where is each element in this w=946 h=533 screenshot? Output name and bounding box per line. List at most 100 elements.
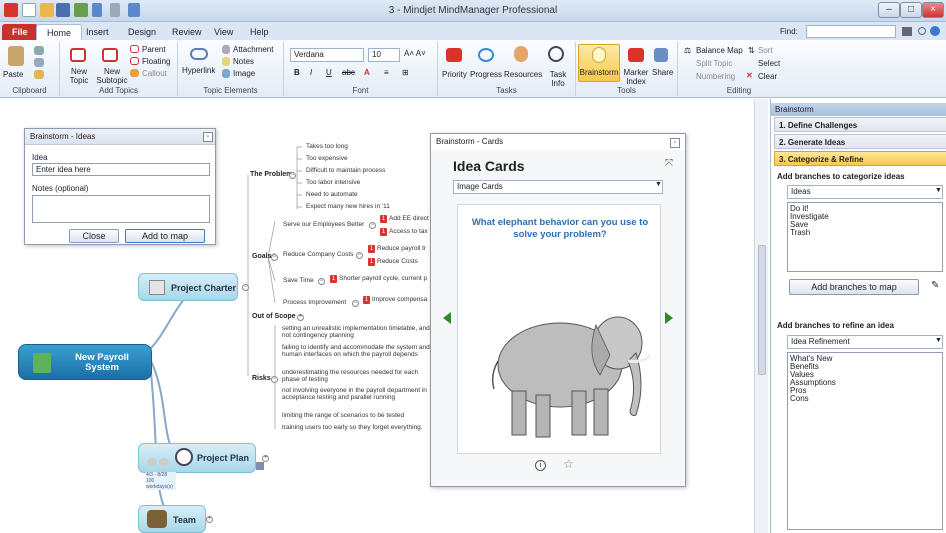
problem-item[interactable]: Too expensive	[306, 155, 348, 162]
align-icon[interactable]: ≡	[384, 68, 389, 77]
copy-icon[interactable]	[34, 58, 44, 67]
task-info-icon[interactable]	[548, 46, 564, 62]
paste-icon[interactable]	[8, 46, 24, 66]
collapse-goals-icon[interactable]: −	[271, 254, 278, 261]
tab-help[interactable]: Help	[240, 24, 279, 40]
risk-item[interactable]: setting an unrealistic implementation ti…	[282, 325, 432, 339]
risk-item[interactable]: failing to identify and accommodate the …	[282, 344, 432, 358]
list-item[interactable]: Assumptions	[790, 379, 940, 387]
idea-input[interactable]: Enter idea here	[32, 163, 210, 176]
new-topic-button[interactable]: New Topic	[64, 67, 94, 85]
problem-item[interactable]: Difficult to maintain process	[306, 167, 385, 174]
close-window-button[interactable]: ×	[922, 2, 944, 18]
goal-subitem[interactable]: 1 Add EE direct	[380, 215, 429, 223]
categorize-dropdown-icon[interactable]: ▼	[935, 187, 942, 194]
options-icon[interactable]	[918, 27, 926, 35]
ideas-dialog-pin-icon[interactable]: ▫	[203, 132, 213, 142]
progress-button[interactable]: Progress	[470, 70, 502, 79]
attachment-button[interactable]: Attachment	[233, 45, 273, 54]
info-icon[interactable]: i	[535, 460, 546, 471]
underline-icon[interactable]: U	[326, 68, 332, 77]
step-generate-ideas[interactable]: 2. Generate Ideas	[774, 134, 946, 149]
floating-button[interactable]: Floating	[142, 57, 170, 66]
ideas-close-button[interactable]: Close	[69, 229, 119, 243]
minimize-button[interactable]: –	[878, 2, 900, 18]
priority-icon[interactable]	[446, 48, 462, 62]
balance-map-button[interactable]: Balance Map	[696, 46, 743, 55]
next-card-icon[interactable]	[665, 312, 673, 324]
binoculars-icon[interactable]	[902, 27, 912, 36]
new-subtopic-button[interactable]: New Subtopic	[96, 67, 128, 85]
collapse-goal-icon[interactable]: −	[352, 300, 359, 307]
list-item[interactable]: Trash	[790, 229, 940, 237]
resources-icon[interactable]	[514, 46, 528, 62]
font-name-select[interactable]: Verdana	[290, 48, 364, 62]
numbering-button[interactable]: Numbering	[696, 72, 735, 81]
expand-icon[interactable]: ⤧	[665, 158, 673, 169]
cards-dialog-pin-icon[interactable]: ▫	[670, 138, 680, 148]
goal-item[interactable]: Save Time	[283, 277, 314, 284]
step-define-challenges[interactable]: 1. Define Challenges	[774, 117, 946, 132]
goal-subitem[interactable]: 1 Reduce Costs	[368, 258, 418, 266]
list-item[interactable]: Cons	[790, 395, 940, 403]
goal-item[interactable]: Process Improvement	[283, 299, 346, 306]
topic-the-problem[interactable]: The Problem	[250, 171, 292, 178]
find-input[interactable]	[806, 25, 896, 38]
goal-subitem[interactable]: 1 Reduce payroll tr	[368, 245, 426, 253]
topic-project-charter[interactable]: Project Charter	[138, 273, 238, 301]
risk-item[interactable]: underestimating the resources needed for…	[282, 369, 432, 383]
parent-button[interactable]: Parent	[142, 45, 166, 54]
scrollbar-thumb[interactable]	[758, 245, 766, 375]
goal-item[interactable]: Serve our Employees Better	[283, 221, 364, 228]
add-to-map-button[interactable]: Add to map	[125, 229, 205, 243]
goal-subitem[interactable]: 1 Shorter payroll cycle, current p	[330, 275, 427, 283]
italic-icon[interactable]: I	[310, 68, 312, 77]
cut-icon[interactable]	[34, 46, 44, 55]
expand-team-icon[interactable]: +	[206, 516, 213, 523]
topic-out-of-scope[interactable]: Out of Scope	[252, 313, 296, 320]
topic-risks[interactable]: Risks	[252, 375, 271, 382]
priority-button[interactable]: Priority	[442, 70, 467, 79]
topic-project-plan[interactable]: Project Plan	[138, 443, 256, 473]
image-button[interactable]: Image	[233, 69, 255, 78]
maximize-button[interactable]: □	[900, 2, 922, 18]
favorite-star-icon[interactable]: ☆	[563, 457, 574, 471]
paste-button[interactable]: Paste	[3, 70, 23, 79]
collapse-charter-icon[interactable]: −	[242, 284, 249, 291]
help-icon[interactable]	[930, 26, 940, 36]
refine-list[interactable]: What's New Benefits Values Assumptions P…	[787, 352, 943, 530]
resources-button[interactable]: Resources	[504, 70, 542, 79]
hyperlink-icon[interactable]	[190, 48, 208, 60]
font-color-icon[interactable]: A	[364, 68, 370, 77]
share-icon[interactable]	[654, 48, 668, 62]
tab-insert[interactable]: Insert	[76, 24, 119, 40]
expand-plan-icon[interactable]: +	[262, 455, 269, 462]
collapse-goal-icon[interactable]: −	[318, 278, 325, 285]
select-button[interactable]: Select	[758, 59, 780, 68]
goal-subitem[interactable]: 1 Improve compensa	[363, 296, 427, 304]
problem-item[interactable]: Takes too long	[306, 143, 348, 150]
font-size-select[interactable]: 10	[368, 48, 400, 62]
marker-index-icon[interactable]	[628, 48, 644, 62]
card-type-dropdown-icon[interactable]: ▼	[655, 181, 662, 188]
risk-item[interactable]: training users too early so they forget …	[282, 424, 423, 431]
list-item[interactable]: Save	[790, 221, 940, 229]
strikethrough-icon[interactable]: abc	[342, 68, 355, 77]
goal-subitem[interactable]: 1 Access to tax	[380, 228, 428, 236]
risk-item[interactable]: not involving everyone in the payroll de…	[282, 387, 432, 401]
bold-icon[interactable]: B	[294, 68, 300, 77]
risk-item[interactable]: limiting the range of scenarios to be te…	[282, 412, 404, 419]
notes-button[interactable]: Notes	[233, 57, 254, 66]
split-topic-button[interactable]: Split Topic	[696, 59, 732, 68]
sort-button[interactable]: Sort	[758, 46, 773, 55]
brainstorm-button[interactable]: Brainstorm	[579, 68, 619, 77]
list-item[interactable]: Investigate	[790, 213, 940, 221]
problem-item[interactable]: Need to automate	[306, 191, 358, 198]
add-branches-button[interactable]: Add branches to map	[789, 279, 919, 295]
list-item[interactable]: Pros	[790, 387, 940, 395]
grow-font-icon[interactable]: A˄ A˅	[404, 49, 426, 58]
categorize-list[interactable]: Do it! Investigate Save Trash	[787, 202, 943, 272]
pencil-icon[interactable]: ✎	[931, 280, 939, 291]
problem-item[interactable]: Expect many new hires in '11	[306, 203, 390, 210]
tab-design[interactable]: Design	[118, 24, 166, 40]
